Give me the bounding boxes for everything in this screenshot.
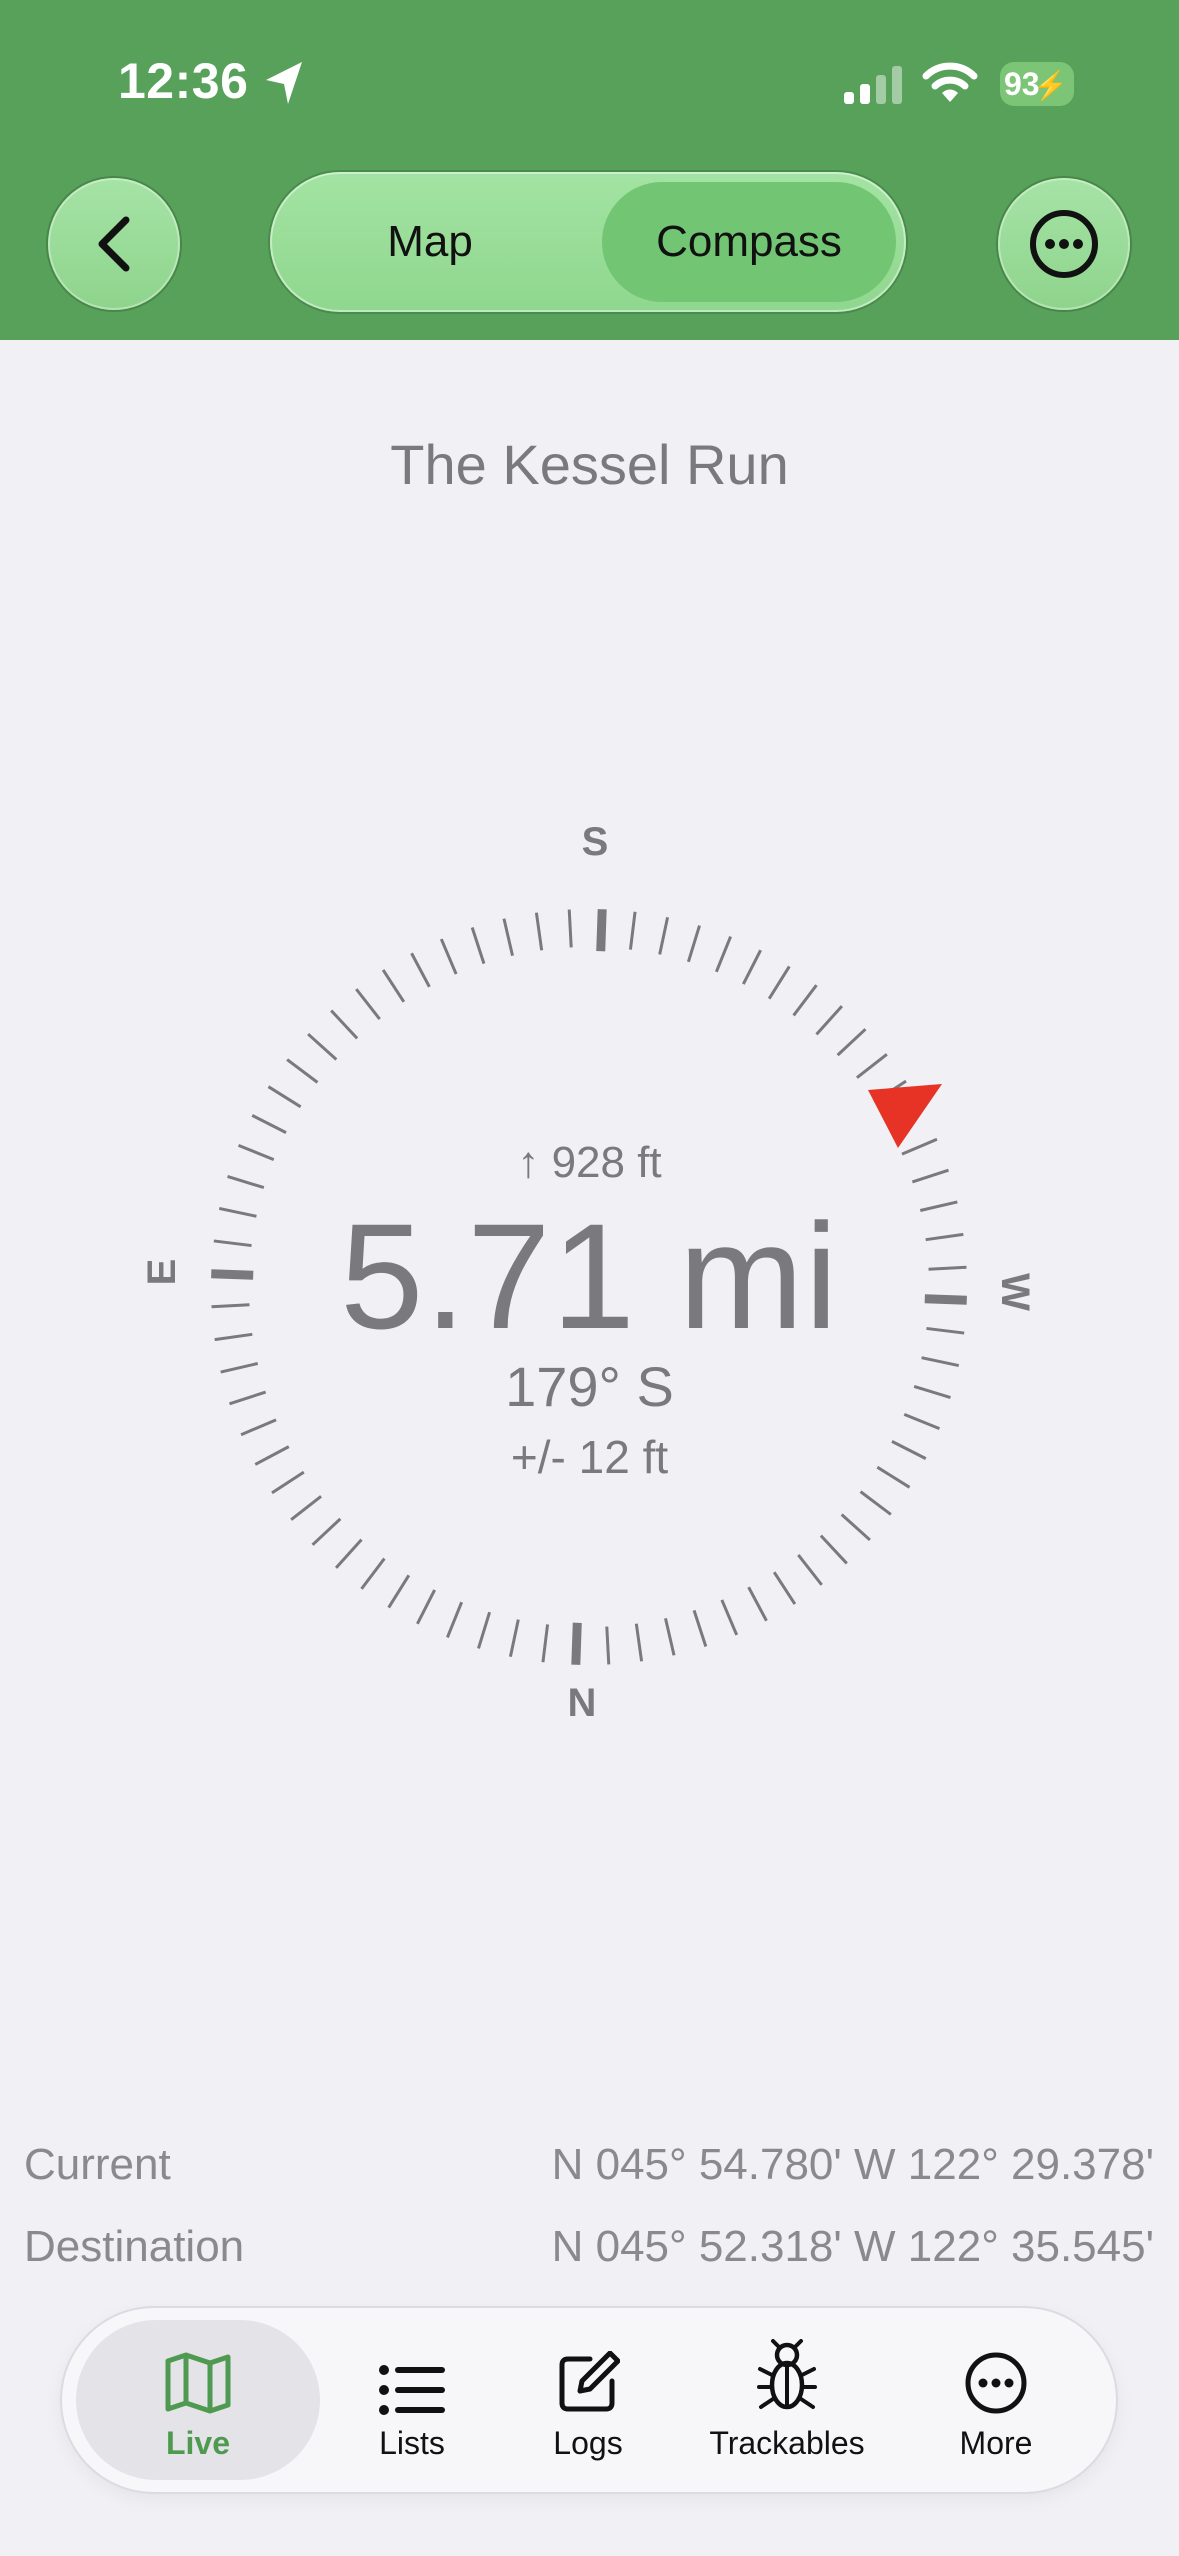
compass-tick	[416, 1589, 436, 1625]
compass-tick	[477, 1611, 492, 1649]
compass-tick	[251, 1114, 287, 1134]
compass-tick	[836, 1028, 867, 1057]
compass-tick	[747, 1586, 768, 1622]
compass-dial: S N E W	[140, 820, 1037, 1725]
compass-tick	[664, 1617, 676, 1656]
compass-tick	[797, 1554, 823, 1586]
current-label: Current	[24, 2140, 171, 2189]
compass-tick	[502, 918, 514, 957]
bearing-readout: 179° S	[505, 1355, 674, 1418]
compass-tick	[334, 1538, 363, 1569]
ellipsis-circle-icon	[965, 2352, 1027, 2413]
tab-logs[interactable]: Logs	[508, 2320, 668, 2480]
map-icon	[165, 2352, 231, 2413]
compass-tick	[714, 935, 732, 973]
elevation-readout: ↑ 928 ft	[0, 1138, 1179, 1188]
compass-tick	[658, 916, 670, 955]
compass-tick	[508, 1619, 520, 1658]
compass-tick	[311, 1517, 342, 1546]
cardinal-north-label: N	[568, 1681, 597, 1725]
bug-icon	[757, 2338, 817, 2409]
compass-tick	[772, 1571, 797, 1605]
destination-coordinates: N 045° 52.318' W 122° 35.545'	[551, 2222, 1154, 2271]
compass-tick	[856, 1053, 888, 1079]
current-coordinates-row: Current N 045° 54.780' W 122° 29.378'	[24, 2140, 1154, 2200]
compass-tick	[720, 1599, 739, 1636]
compass-tick	[541, 1624, 550, 1663]
compass-tick	[742, 949, 762, 985]
compass-tick	[286, 1058, 319, 1084]
arrow-up-icon: ↑	[517, 1138, 540, 1187]
compass-tick	[446, 1601, 464, 1639]
compass-major-tick	[571, 1622, 582, 1665]
tab-more-label: More	[959, 2424, 1033, 2461]
compass-tick	[767, 965, 791, 1000]
compass-tick	[605, 1626, 611, 1665]
tab-lists[interactable]: Lists	[332, 2320, 492, 2480]
compass-tick	[330, 1009, 359, 1040]
compass-tick	[686, 925, 701, 963]
compass-tick	[567, 909, 573, 948]
compass-tick	[355, 988, 381, 1020]
destination-label: Destination	[24, 2222, 245, 2271]
compass-tick	[381, 969, 406, 1003]
tab-lists-label: Lists	[379, 2424, 445, 2461]
compass-tick	[815, 1005, 844, 1036]
compass-tick	[439, 938, 458, 975]
compass-tick	[859, 1490, 892, 1516]
compass-tick	[840, 1513, 871, 1542]
destination-coordinates-row: Destination N 045° 52.318' W 122° 35.545…	[24, 2222, 1154, 2282]
compass-tick	[307, 1032, 338, 1061]
tab-trackables[interactable]: Trackables	[682, 2320, 892, 2480]
tab-bar: Live Lists Logs Trackables More	[62, 2308, 1116, 2492]
current-coordinates: N 045° 54.780' W 122° 29.378'	[551, 2140, 1154, 2189]
compass-tick	[387, 1574, 411, 1609]
tab-more[interactable]: More	[906, 2320, 1086, 2480]
compass-tick	[628, 911, 637, 950]
accuracy-readout: +/- 12 ft	[510, 1431, 669, 1483]
compass-tick	[410, 952, 431, 988]
compass-tick	[692, 1609, 708, 1647]
compass-tick	[819, 1534, 848, 1565]
tab-live[interactable]: Live	[76, 2320, 320, 2480]
tab-trackables-label: Trackables	[709, 2424, 865, 2461]
tab-logs-label: Logs	[553, 2424, 623, 2461]
compass-major-tick	[596, 909, 607, 952]
compose-icon	[559, 2350, 620, 2411]
distance-readout: 5.71 mi	[340, 1192, 839, 1360]
compass-tick	[360, 1557, 386, 1590]
list-icon	[379, 2364, 445, 2415]
cardinal-south-label: S	[582, 820, 609, 864]
elevation-value: 928 ft	[551, 1138, 662, 1187]
compass-tick	[470, 927, 486, 965]
compass-tick	[534, 912, 544, 951]
compass-tick	[290, 1495, 322, 1521]
compass-tick	[267, 1085, 302, 1109]
tab-live-label: Live	[165, 2424, 231, 2461]
compass-tick	[792, 984, 818, 1017]
compass-tick	[634, 1623, 644, 1662]
